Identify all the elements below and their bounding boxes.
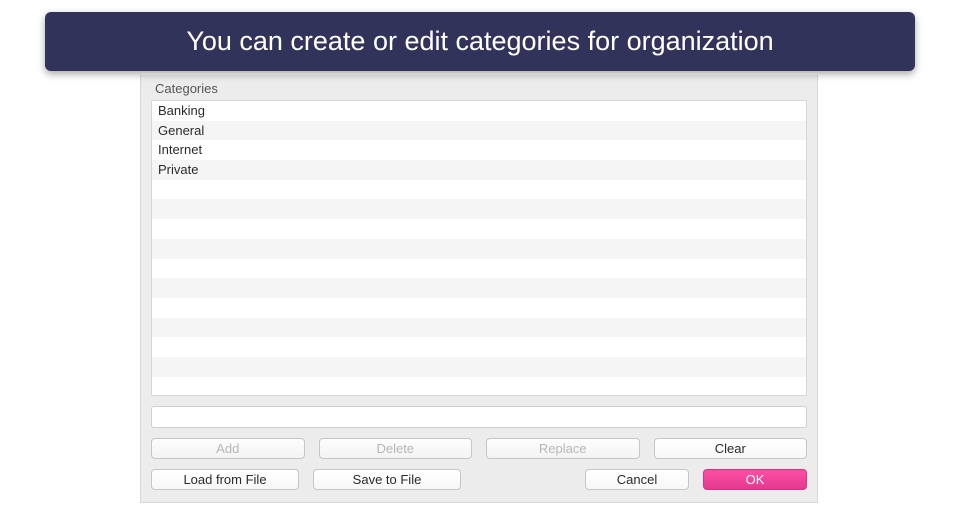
replace-button[interactable]: Replace [486,438,640,459]
list-item[interactable] [152,278,806,298]
ok-button[interactable]: OK [703,469,807,490]
save-to-file-button[interactable]: Save to File [313,469,461,490]
categories-section-label: Categories [141,75,817,100]
load-from-file-button[interactable]: Load from File [151,469,299,490]
dialog-actions-row: Load from File Save to File Cancel OK [141,459,817,502]
list-item[interactable] [152,318,806,338]
add-button[interactable]: Add [151,438,305,459]
list-item[interactable] [152,259,806,279]
categories-listbox[interactable]: Banking General Internet Private [151,100,807,396]
clear-button[interactable]: Clear [654,438,808,459]
list-item[interactable]: Private [152,160,806,180]
list-item[interactable]: Banking [152,101,806,121]
list-item[interactable]: Internet [152,140,806,160]
list-item[interactable] [152,377,806,396]
list-item[interactable] [152,199,806,219]
list-item[interactable] [152,357,806,377]
list-item[interactable]: General [152,121,806,141]
delete-button[interactable]: Delete [319,438,473,459]
categories-dialog: Categories Banking General Internet Priv… [140,75,818,503]
list-item[interactable] [152,219,806,239]
cancel-button[interactable]: Cancel [585,469,689,490]
category-name-input[interactable] [151,406,807,428]
spacer [475,469,571,490]
list-item[interactable] [152,337,806,357]
list-item[interactable] [152,239,806,259]
list-item[interactable] [152,180,806,200]
list-item[interactable] [152,298,806,318]
category-actions-row: Add Delete Replace Clear [141,428,817,459]
annotation-banner: You can create or edit categories for or… [45,12,915,71]
